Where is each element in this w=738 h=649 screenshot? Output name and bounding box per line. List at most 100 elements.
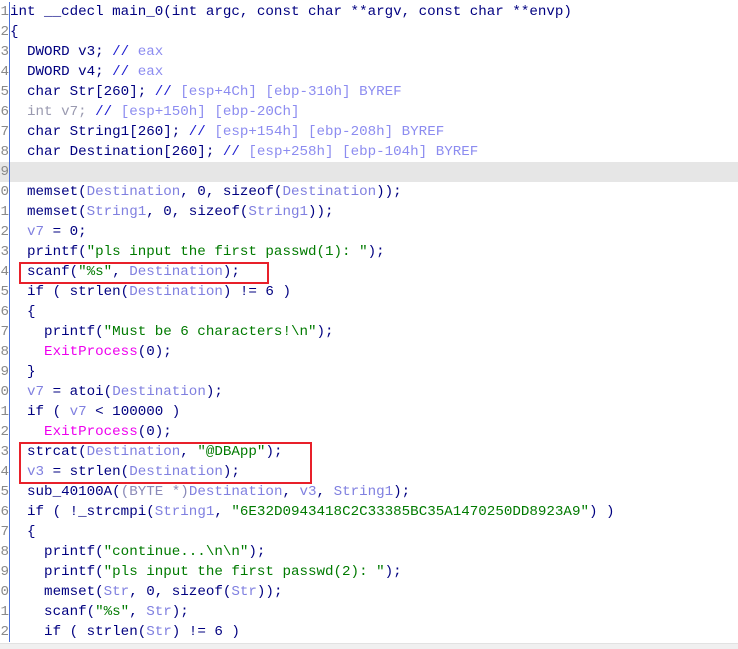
code-token[interactable]: ) != 6 ) [172, 624, 240, 640]
code-text[interactable]: if ( v7 < 100000 ) [10, 402, 180, 422]
code-token[interactable]: Destination [129, 464, 223, 480]
code-text[interactable]: if ( !_strcmpi(String1, "6E32D0943418C2C… [10, 502, 615, 522]
code-token[interactable]: < 100000 ) [87, 404, 180, 420]
code-token[interactable]: , [282, 484, 299, 500]
code-token[interactable]: ); [172, 604, 189, 620]
code-text[interactable]: char Str[260]; // [esp+4Ch] [ebp-310h] B… [10, 82, 402, 102]
code-token[interactable]: if ( strlen( [10, 284, 129, 300]
code-line[interactable]: 21 if ( v7 < 100000 ) [0, 402, 738, 422]
code-line[interactable]: 26 if ( !_strcmpi(String1, "6E32D0943418… [0, 502, 738, 522]
code-text[interactable]: DWORD v4; // eax [10, 62, 163, 82]
code-token[interactable]: printf( [10, 324, 104, 340]
code-line[interactable]: 19 } [0, 362, 738, 382]
code-token[interactable]: printf( [10, 244, 87, 260]
code-token[interactable]: Destination [282, 184, 376, 200]
code-token[interactable]: [esp+150h] [ebp-20Ch] [121, 104, 300, 120]
code-token[interactable]: ) ) [589, 504, 615, 520]
code-token[interactable]: "pls input the first passwd(2): " [104, 564, 385, 580]
code-token[interactable]: "Must be 6 characters!\n" [104, 324, 317, 340]
code-token[interactable]: printf( [10, 564, 104, 580]
code-token[interactable]: = atoi( [44, 384, 113, 400]
code-text[interactable]: DWORD v3; // eax [10, 42, 163, 62]
code-line[interactable]: 23 strcat(Destination, "@DBApp"); [0, 442, 738, 462]
code-token[interactable]: ExitProcess [10, 344, 138, 360]
code-line[interactable]: 28 printf("continue...\n\n"); [0, 542, 738, 562]
horizontal-scrollbar[interactable] [0, 643, 738, 649]
code-text[interactable]: { [10, 302, 36, 322]
code-text[interactable]: strcat(Destination, "@DBApp"); [10, 442, 282, 462]
code-token[interactable]: DWORD v4; [10, 64, 112, 80]
code-token[interactable]: ); [317, 324, 334, 340]
code-line[interactable]: 20 v7 = atoi(Destination); [0, 382, 738, 402]
code-text[interactable]: v7 = atoi(Destination); [10, 382, 223, 402]
code-token[interactable]: = strlen( [44, 464, 130, 480]
code-token[interactable]: scanf( [10, 264, 78, 280]
code-token[interactable]: if ( !_strcmpi( [10, 504, 155, 520]
code-token[interactable]: "%s" [95, 604, 129, 620]
code-text[interactable]: ExitProcess(0); [10, 422, 172, 442]
code-text[interactable]: } [10, 362, 36, 382]
code-token[interactable]: , [129, 604, 146, 620]
code-text[interactable]: memset(Destination, 0, sizeof(Destinatio… [10, 182, 402, 202]
code-token[interactable]: , [317, 484, 334, 500]
code-token[interactable]: Destination [112, 384, 206, 400]
code-token[interactable]: Str [231, 584, 257, 600]
code-token[interactable]: printf( [10, 544, 104, 560]
code-token[interactable]: eax [138, 44, 164, 60]
code-line[interactable]: 25 sub_40100A((BYTE *)Destination, v3, S… [0, 482, 738, 502]
code-token[interactable]: int __cdecl main_0(int argc, const char … [10, 4, 572, 20]
code-text[interactable]: printf("pls input the first passwd(1): "… [10, 242, 385, 262]
code-token[interactable]: eax [138, 64, 164, 80]
code-token[interactable]: { [10, 24, 19, 40]
code-line[interactable]: 15 if ( strlen(Destination) != 6 ) [0, 282, 738, 302]
code-token[interactable]: Str [146, 604, 172, 620]
code-text[interactable]: memset(Str, 0, sizeof(Str)); [10, 582, 282, 602]
code-text[interactable]: printf("Must be 6 characters!\n"); [10, 322, 334, 342]
code-token[interactable]: char Str[260]; [10, 84, 155, 100]
code-token[interactable]: , 0, sizeof( [129, 584, 231, 600]
code-line[interactable]: 13 printf("pls input the first passwd(1)… [0, 242, 738, 262]
code-token[interactable]: Str [146, 624, 172, 640]
code-token[interactable]: = 0; [44, 224, 87, 240]
code-token[interactable]: Destination [87, 444, 181, 460]
code-line[interactable]: 1 int __cdecl main_0(int argc, const char… [0, 2, 738, 22]
code-line[interactable]: 3 DWORD v3; // eax [0, 42, 738, 62]
code-token[interactable]: )); [308, 204, 334, 220]
code-token[interactable]: strcat( [10, 444, 87, 460]
code-line[interactable]: 7 char String1[260]; // [esp+154h] [ebp-… [0, 122, 738, 142]
code-token[interactable]: "pls input the first passwd(1): " [87, 244, 368, 260]
code-token[interactable]: String1 [248, 204, 308, 220]
code-token[interactable]: { [10, 524, 36, 540]
code-token[interactable]: DWORD v3; [10, 44, 112, 60]
code-token[interactable]: String1 [155, 504, 215, 520]
code-line[interactable]: 6 int v7; // [esp+150h] [ebp-20Ch] [0, 102, 738, 122]
code-text[interactable]: char String1[260]; // [esp+154h] [ebp-20… [10, 122, 444, 142]
code-token[interactable]: )); [257, 584, 283, 600]
code-token[interactable]: , 0, sizeof( [180, 184, 282, 200]
code-token[interactable]: Destination [189, 484, 283, 500]
code-token[interactable]: ); [393, 484, 410, 500]
code-line[interactable]: 9 [0, 162, 738, 182]
code-token[interactable]: { [10, 304, 36, 320]
code-token[interactable]: ); [223, 464, 240, 480]
code-token[interactable]: v7 [10, 384, 44, 400]
code-text[interactable]: v7 = 0; [10, 222, 87, 242]
code-token[interactable]: ExitProcess [10, 424, 138, 440]
code-token[interactable]: , [214, 504, 231, 520]
code-text[interactable]: if ( strlen(Destination) != 6 ) [10, 282, 291, 302]
code-token[interactable]: "6E32D0943418C2C33385BC35A1470250DD8923A… [231, 504, 589, 520]
code-line[interactable]: 31 scanf("%s", Str); [0, 602, 738, 622]
code-line[interactable]: 4 DWORD v4; // eax [0, 62, 738, 82]
code-token[interactable]: (BYTE *) [121, 484, 189, 500]
code-line[interactable]: 8 char Destination[260]; // [esp+258h] [… [0, 142, 738, 162]
code-token[interactable]: scanf( [10, 604, 95, 620]
code-text[interactable]: v3 = strlen(Destination); [10, 462, 240, 482]
code-line[interactable]: 29 printf("pls input the first passwd(2)… [0, 562, 738, 582]
code-token[interactable]: char Destination[260]; [10, 144, 223, 160]
code-line[interactable]: 27 { [0, 522, 738, 542]
code-token[interactable]: , [180, 444, 197, 460]
code-token[interactable]: "%s" [78, 264, 112, 280]
code-line[interactable]: 24 v3 = strlen(Destination); [0, 462, 738, 482]
code-line[interactable]: 12 v7 = 0; [0, 222, 738, 242]
code-text[interactable]: printf("pls input the first passwd(2): "… [10, 562, 402, 582]
